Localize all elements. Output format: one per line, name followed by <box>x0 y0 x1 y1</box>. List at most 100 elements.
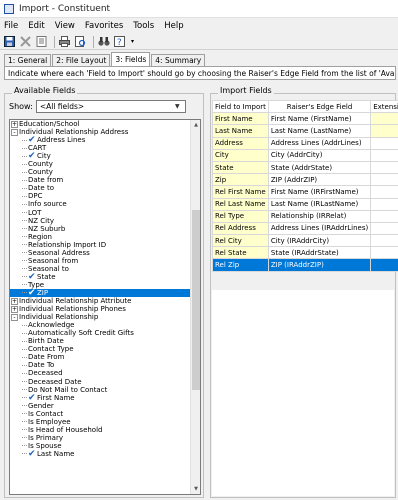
cell-field-to-import[interactable]: Zip <box>212 173 269 187</box>
tab-general[interactable]: 1: General <box>4 54 52 66</box>
tree-item[interactable]: ✔City <box>10 152 192 161</box>
table-row[interactable]: Rel First NameFirst Name (IRFirstName)00 <box>212 185 398 199</box>
cell-extension[interactable]: 00 <box>370 136 398 150</box>
tree-item[interactable]: Is Spouse <box>10 442 192 450</box>
menu-help[interactable]: Help <box>164 21 183 31</box>
cell-raisers-edge-field[interactable]: City (IRAddrCity) <box>267 234 372 248</box>
cell-raisers-edge-field[interactable]: City (AddrCity) <box>267 148 372 162</box>
properties-icon[interactable] <box>35 35 48 48</box>
cell-field-to-import[interactable]: Rel First Name <box>212 185 269 199</box>
cell-extension[interactable]: 00 <box>370 173 398 187</box>
delete-icon[interactable] <box>19 35 32 48</box>
cell-raisers-edge-field[interactable]: Last Name (LastName) <box>267 124 372 138</box>
cell-extension[interactable]: 00 <box>370 160 398 175</box>
cell-field-to-import[interactable]: Rel City <box>212 234 269 248</box>
table-row[interactable]: Rel AddressAddress Lines (IRAddrLines)00 <box>212 221 398 236</box>
collapse-icon[interactable]: - <box>11 128 18 136</box>
tab-fields[interactable]: 3: Fields <box>111 52 151 66</box>
cell-extension[interactable]: 00 <box>370 258 398 272</box>
tree-item[interactable]: Is Primary <box>10 434 192 442</box>
cell-raisers-edge-field[interactable]: State (IRAddrState) <box>267 246 372 260</box>
tree-scrollbar[interactable]: ▲ ▼ <box>190 120 200 494</box>
menu-tools[interactable]: Tools <box>133 21 154 31</box>
cell-raisers-edge-field[interactable]: ZIP (AddrZIP) <box>267 173 372 187</box>
tree-item[interactable]: Type <box>10 281 192 289</box>
tree-item[interactable]: Date From <box>10 353 192 361</box>
tree-item[interactable]: Deceased <box>10 369 192 377</box>
scroll-thumb[interactable] <box>192 210 200 390</box>
tree-item[interactable]: Automatically Soft Credit Gifts <box>10 329 192 337</box>
tree-item[interactable]: Gender <box>10 402 192 410</box>
tab-file-layout[interactable]: 2: File Layout <box>52 54 111 66</box>
cell-field-to-import[interactable]: Rel Type <box>212 209 269 223</box>
col-field-to-import[interactable]: Field to Import <box>212 99 269 114</box>
col-raisers-edge-field[interactable]: Raiser's Edge Field <box>267 99 372 114</box>
tree-item[interactable]: Seasonal to <box>10 265 192 273</box>
cell-extension[interactable]: 00 <box>370 185 398 199</box>
tree-item[interactable]: Acknowledge <box>10 321 192 329</box>
cell-raisers-edge-field[interactable]: Relationship (IRRelat) <box>267 209 372 223</box>
cell-field-to-import[interactable]: Address <box>212 136 269 150</box>
cell-field-to-import[interactable]: Rel Last Name <box>212 197 269 211</box>
cell-raisers-edge-field[interactable]: Address Lines (AddrLines) <box>267 136 372 150</box>
table-row[interactable]: Rel TypeRelationship (IRRelat)00 <box>212 209 398 223</box>
cell-extension[interactable]: 00 <box>370 246 398 260</box>
cell-field-to-import[interactable]: Rel Address <box>212 221 269 236</box>
cell-raisers-edge-field[interactable]: ZIP (IRAddrZIP) <box>267 258 372 272</box>
table-row[interactable]: CityCity (AddrCity)00 <box>212 148 398 162</box>
table-row[interactable]: Last Name Last Name (LastName) <box>212 124 398 138</box>
expand-icon[interactable]: + <box>11 297 18 305</box>
tree-item[interactable]: Contact Type <box>10 345 192 353</box>
cell-field-to-import[interactable]: Rel State <box>212 246 269 260</box>
cell-raisers-edge-field[interactable]: Last Name (IRLastName) <box>267 197 372 211</box>
tree-item[interactable]: CART <box>10 144 192 152</box>
tree-item[interactable]: Deceased Date <box>10 378 192 386</box>
tree-item[interactable]: Do Not Mail to Contact <box>10 386 192 394</box>
cell-extension[interactable]: 00 <box>370 209 398 223</box>
menu-favorites[interactable]: Favorites <box>85 21 123 31</box>
table-row[interactable]: Rel StateState (IRAddrState)00 <box>212 246 398 260</box>
print-preview-icon[interactable] <box>74 35 87 48</box>
menu-file[interactable]: File <box>4 21 18 31</box>
tree-item[interactable]: Date from <box>10 176 192 184</box>
import-fields-grid[interactable]: Field to Import Raiser's Edge Field Exte… <box>212 99 398 272</box>
tree-item[interactable]: ✔State <box>10 272 192 281</box>
scroll-up-icon[interactable]: ▲ <box>191 120 200 130</box>
tree-item[interactable]: Is Contact <box>10 410 192 418</box>
expand-icon[interactable]: + <box>11 120 18 128</box>
show-select[interactable]: <All fields> ▼ <box>35 100 186 113</box>
cell-extension[interactable]: 00 <box>370 148 398 162</box>
tree-item[interactable]: ✔First Name <box>10 393 192 402</box>
binoculars-icon[interactable] <box>97 35 110 48</box>
table-row[interactable]: Rel ZipZIP (IRAddrZIP)00 <box>212 258 398 272</box>
tree-item[interactable]: Relationship Import ID <box>10 241 192 249</box>
cell-raisers-edge-field[interactable]: State (AddrState) <box>267 160 372 175</box>
col-extension[interactable]: Extension <box>370 99 398 114</box>
cell-raisers-edge-field[interactable]: First Name (IRFirstName) <box>267 185 372 199</box>
tree-item[interactable]: + Education/School <box>10 120 192 128</box>
cell-field-to-import[interactable]: Rel Zip <box>212 258 269 272</box>
cell-extension[interactable] <box>370 124 398 138</box>
cell-field-to-import[interactable]: City <box>212 148 269 162</box>
tree-item[interactable]: Region <box>10 233 192 241</box>
save-icon[interactable] <box>3 35 16 48</box>
tree-item[interactable]: County <box>10 160 192 168</box>
tree-item[interactable]: Info source <box>10 200 192 208</box>
tree-item[interactable]: Seasonal from <box>10 257 192 265</box>
menu-edit[interactable]: Edit <box>28 21 44 31</box>
table-row[interactable]: Rel CityCity (IRAddrCity)00 <box>212 234 398 248</box>
tree-item[interactable]: County <box>10 168 192 176</box>
tree-item[interactable]: Date To <box>10 361 192 369</box>
collapse-icon[interactable]: - <box>11 313 18 321</box>
table-row[interactable]: AddressAddress Lines (AddrLines)00 <box>212 136 398 150</box>
tree-item[interactable]: ✔ZIP <box>10 288 192 297</box>
help-icon[interactable]: ? <box>113 35 126 48</box>
table-row[interactable]: Rel Last NameLast Name (IRLastName)00 <box>212 197 398 211</box>
tree-item[interactable]: + Individual Relationship Attribute <box>10 297 192 305</box>
tree-item[interactable]: Seasonal Address <box>10 249 192 257</box>
available-fields-tree[interactable]: + Education/School - Individual Relationshi… <box>9 119 201 495</box>
tree-item[interactable]: ✔Last Name <box>10 449 192 458</box>
table-row[interactable]: StateState (AddrState)00 <box>212 160 398 175</box>
chevron-down-icon[interactable]: ▾ <box>129 35 136 48</box>
table-row[interactable]: First Name First Name (FirstName) <box>212 112 398 126</box>
